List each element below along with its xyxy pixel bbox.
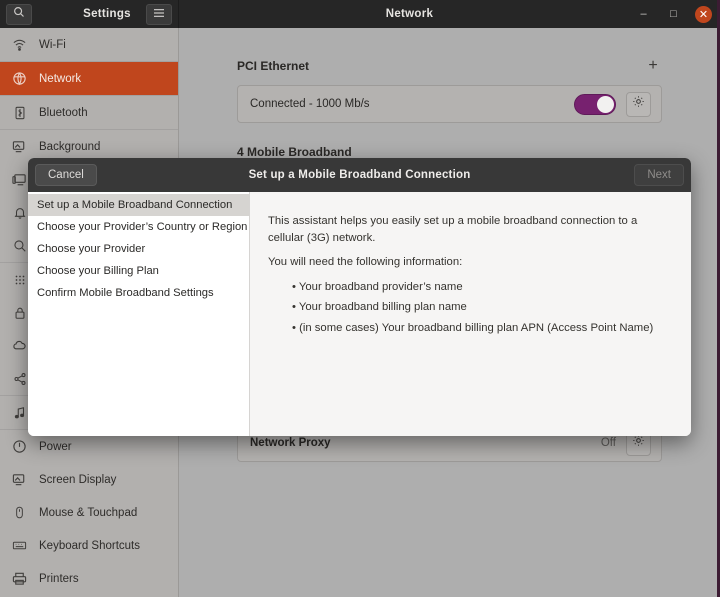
ethernet-status: Connected - 1000 Mb/s xyxy=(250,98,370,110)
settings-window: Settings Network – □ ✕ Wi-Fi Network Blu… xyxy=(0,0,720,597)
gear-icon xyxy=(632,434,645,452)
maximize-button[interactable]: □ xyxy=(665,6,682,23)
step-setup-connection[interactable]: Set up a Mobile Broadband Connection xyxy=(28,194,249,216)
power-icon xyxy=(11,438,28,455)
sidebar-item-label: Wi-Fi xyxy=(39,38,66,51)
sidebar-item-label: Screen Display xyxy=(39,473,117,486)
mobile-broadband-title: 4 Mobile Broadband xyxy=(237,145,352,159)
dialog-body: Set up a Mobile Broadband Connection Cho… xyxy=(28,192,691,436)
mobile-broadband-dialog: Cancel Set up a Mobile Broadband Connect… xyxy=(28,158,691,436)
ethernet-row[interactable]: Connected - 1000 Mb/s xyxy=(237,85,662,123)
window-title: Network xyxy=(385,8,434,20)
sidebar-item-label: Printers xyxy=(39,572,79,585)
toggle-knob xyxy=(597,95,614,113)
bluetooth-icon xyxy=(11,104,28,121)
hamburger-menu-icon xyxy=(153,5,165,23)
cancel-button[interactable]: Cancel xyxy=(35,164,97,186)
ethernet-toggle[interactable] xyxy=(574,93,616,115)
requirement-item: Your broadband provider’s name xyxy=(292,279,669,296)
cloud-icon xyxy=(11,337,28,354)
sidebar-item-label: Keyboard Shortcuts xyxy=(39,539,141,552)
search-icon xyxy=(11,237,28,254)
search-button[interactable] xyxy=(6,3,32,25)
step-choose-provider[interactable]: Choose your Provider xyxy=(28,238,249,260)
appearance-dock-icon xyxy=(11,171,28,188)
sidebar-item-keyboard-shortcuts[interactable]: Keyboard Shortcuts xyxy=(0,529,178,562)
background-desktop-icon xyxy=(11,138,28,155)
dialog-title: Set up a Mobile Broadband Connection xyxy=(248,169,471,181)
mobile-broadband-section-header: 4 Mobile Broadband xyxy=(237,145,662,159)
minimize-button[interactable]: – xyxy=(635,6,652,23)
main-header: Network – □ ✕ xyxy=(179,0,717,28)
header-bar: Settings Network – □ ✕ xyxy=(0,0,717,28)
keyboard-icon xyxy=(11,537,28,554)
page-title: PCI Ethernet xyxy=(237,59,310,73)
ethernet-controls xyxy=(574,91,651,117)
step-choose-country[interactable]: Choose your Provider’s Country or Region xyxy=(28,216,249,238)
sidebar-item-wifi[interactable]: Wi-Fi xyxy=(0,28,178,61)
ethernet-section-header: PCI Ethernet + xyxy=(237,57,662,75)
dialog-header: Cancel Set up a Mobile Broadband Connect… xyxy=(28,158,691,192)
sidebar-item-printers[interactable]: Printers xyxy=(0,562,178,595)
dialog-description: This assistant helps you easily set up a… xyxy=(250,192,691,436)
dialog-steps-list[interactable]: Set up a Mobile Broadband Connection Cho… xyxy=(28,192,250,436)
sidebar-item-network[interactable]: Network xyxy=(0,62,178,95)
display-icon xyxy=(11,471,28,488)
requirement-item: Your broadband billing plan name xyxy=(292,299,669,316)
sidebar-item-screen-display[interactable]: Screen Display xyxy=(0,463,178,496)
add-ethernet-button[interactable]: + xyxy=(644,57,662,75)
sidebar-item-label: Mouse & Touchpad xyxy=(39,506,138,519)
sidebar-header: Settings xyxy=(0,0,179,28)
ethernet-settings-button[interactable] xyxy=(626,91,651,117)
sidebar-item-label: Network xyxy=(39,72,82,85)
mouse-icon xyxy=(11,504,28,521)
network-proxy-value: Off xyxy=(600,437,616,449)
printer-icon xyxy=(11,570,28,587)
gear-icon xyxy=(632,95,645,113)
close-button[interactable]: ✕ xyxy=(695,5,712,23)
share-nodes-icon xyxy=(11,370,28,387)
sidebar-item-label: Power xyxy=(39,440,72,453)
step-choose-billing-plan[interactable]: Choose your Billing Plan xyxy=(28,260,249,282)
wifi-icon xyxy=(11,36,28,53)
sidebar-item-mouse-touchpad[interactable]: Mouse & Touchpad xyxy=(0,496,178,529)
bell-icon xyxy=(11,204,28,221)
requirement-item: (in some cases) Your broadband billing p… xyxy=(292,320,669,337)
sidebar-item-bluetooth[interactable]: Bluetooth xyxy=(0,96,178,129)
lock-icon xyxy=(11,304,28,321)
menu-button[interactable] xyxy=(146,3,172,25)
search-icon xyxy=(13,5,25,23)
sidebar-item-label: Background xyxy=(39,140,101,153)
network-globe-icon xyxy=(11,70,28,87)
music-note-icon xyxy=(11,404,28,421)
dialog-intro-text: This assistant helps you easily set up a… xyxy=(268,215,638,244)
next-button[interactable]: Next xyxy=(634,164,684,186)
grid-apps-icon xyxy=(11,271,28,288)
dialog-requirements-label: You will need the following information: xyxy=(268,256,463,268)
dialog-requirements-list: Your broadband provider’s name Your broa… xyxy=(292,279,669,337)
network-proxy-label: Network Proxy xyxy=(250,437,331,449)
sidebar-item-label: Bluetooth xyxy=(39,106,88,119)
window-controls: – □ ✕ xyxy=(635,0,712,28)
step-confirm-settings[interactable]: Confirm Mobile Broadband Settings xyxy=(28,282,249,304)
